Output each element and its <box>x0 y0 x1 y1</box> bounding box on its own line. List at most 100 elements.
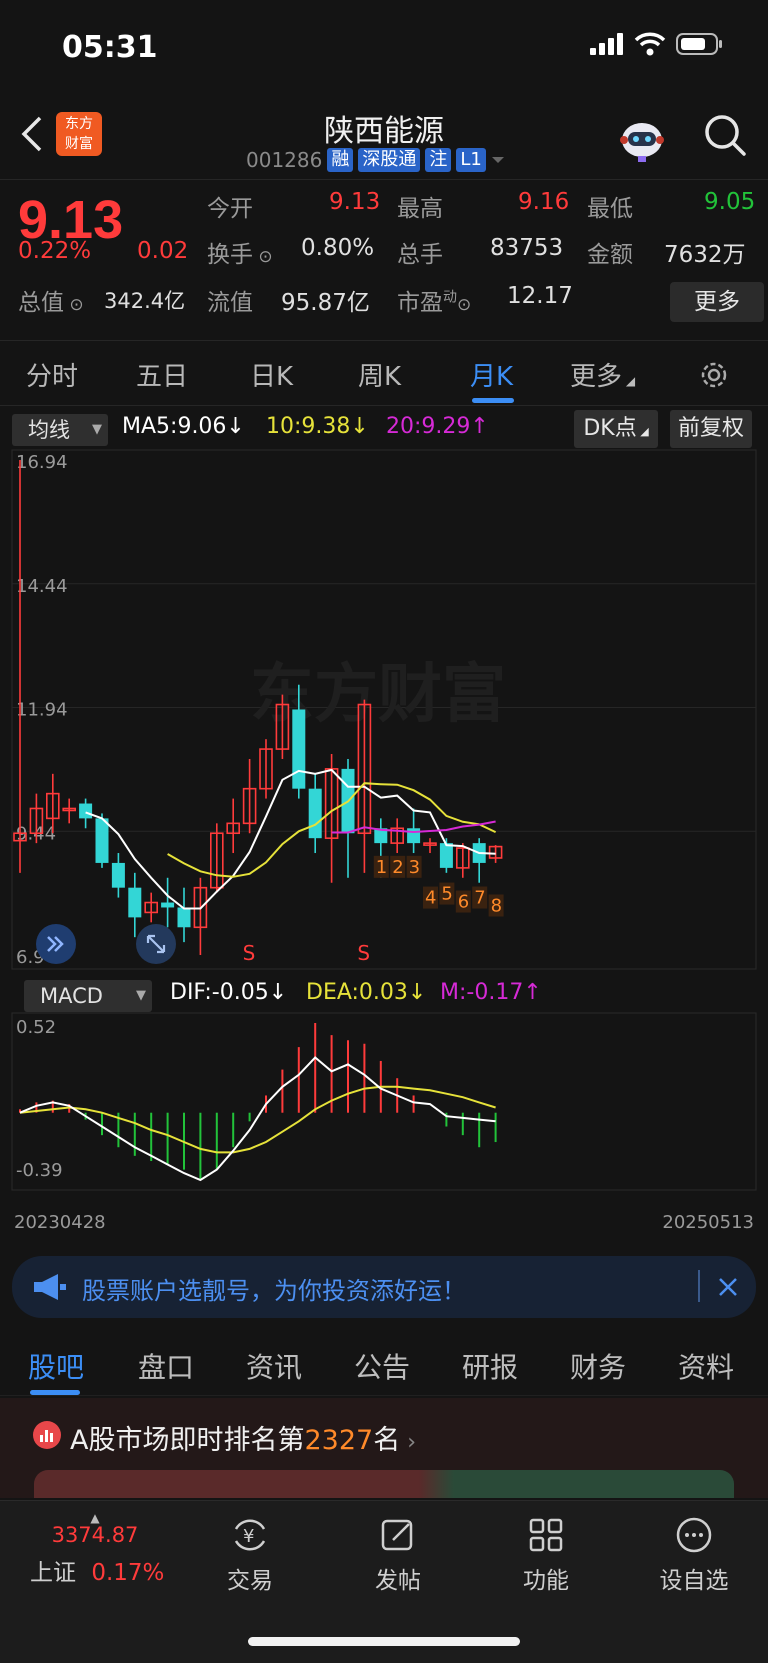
m-value: M:-0.17↑ <box>440 980 542 1005</box>
index-change: 0.17% <box>91 1560 165 1586</box>
info-icon[interactable]: ⊙ <box>457 295 471 315</box>
count-label: 2 <box>392 857 403 878</box>
dea-value: DEA:0.03↓ <box>306 980 427 1005</box>
tab-research[interactable]: 研报 <box>462 1346 518 1386</box>
status-time: 05:31 <box>62 30 158 65</box>
tab-news[interactable]: 资讯 <box>246 1346 302 1386</box>
rank-prefix: A股市场即时排名第 <box>70 1425 305 1456</box>
expand-button[interactable] <box>36 924 76 964</box>
assistant-robot-icon[interactable] <box>614 110 670 166</box>
dk-point-button[interactable]: DK点 ◢ <box>574 410 658 448</box>
sell-signal-marker: S <box>243 941 256 965</box>
tab-five-day[interactable]: 五日 <box>136 356 188 393</box>
candle-body <box>439 843 453 868</box>
ma20-value: 20:9.29↑ <box>386 414 489 439</box>
tag-registered: 注 <box>425 148 452 172</box>
float-value: 95.87亿 <box>281 290 370 316</box>
banner-divider <box>698 1270 700 1302</box>
macd-frame <box>11 1012 757 1191</box>
sell-signal-marker: S <box>357 941 370 965</box>
main-indicator-select[interactable]: 均线 ▼ <box>12 414 108 446</box>
search-icon[interactable] <box>702 112 748 158</box>
post-label: 发帖 <box>375 1568 421 1594</box>
candle-body <box>111 862 125 888</box>
sub-indicator-select[interactable]: MACD ▼ <box>24 980 152 1012</box>
info-icon[interactable]: ⊙ <box>253 247 272 267</box>
megaphone-icon <box>34 1274 66 1300</box>
corner-caret-icon: ◢ <box>622 374 636 388</box>
macd-chart: 0.52 -0.39 <box>11 1012 757 1191</box>
signal-markers: S S 1 2 34 5 6 7 8 <box>243 855 504 965</box>
tab-more[interactable]: 更多 ◢ <box>570 356 635 393</box>
float-label: 流值 <box>207 290 253 316</box>
more-button[interactable]: 更多 <box>670 282 764 322</box>
volume-label: 总手 <box>397 242 443 268</box>
turnover-label-text: 换手 <box>207 242 253 268</box>
pe-value: 12.17 <box>507 283 573 309</box>
candle-body <box>95 818 109 863</box>
promo-banner[interactable]: 股票账户选靓号，为你投资添好运！ <box>12 1256 756 1318</box>
dropdown-arrow-icon: ▼ <box>92 422 102 437</box>
functions-label: 功能 <box>523 1568 569 1594</box>
close-icon[interactable] <box>716 1275 740 1299</box>
status-icons <box>590 32 724 56</box>
active-tab2-indicator <box>30 1390 80 1395</box>
yen-exchange-icon: ¥ <box>234 1519 266 1551</box>
stock-code: 001286 <box>246 148 323 172</box>
index-ticker[interactable]: ▲ 3374.87 上证 0.17% <box>30 1511 164 1587</box>
end-date: 20250513 <box>662 1212 754 1233</box>
kline-chart[interactable]: 东方财富 16.9414.4411.949.446.94 S S1 2 34 5 6 7 8 … <box>0 448 768 1228</box>
count-label: 8 <box>491 896 502 917</box>
tab-forum[interactable]: 股吧 <box>28 1346 84 1386</box>
stock-code-row[interactable]: 001286 融 深股通 注 L1 <box>246 148 505 172</box>
trade-button[interactable]: ¥ 交易 <box>200 1515 300 1595</box>
turnover-label: 换手 ⊙ <box>207 235 273 269</box>
dropdown-arrow-icon: ▼ <box>136 988 146 1003</box>
sub-indicator-label: MACD <box>40 984 103 1008</box>
market-rank-card[interactable]: A股市场即时排名第2327名 › <box>0 1398 768 1498</box>
caret-up-icon: ▲ <box>90 1511 100 1525</box>
tab-more-label: 更多 <box>570 362 623 392</box>
post-button[interactable]: 发帖 <box>348 1515 448 1595</box>
turnover-value: 0.80% <box>301 235 375 261</box>
rank-number: 2327 <box>304 1425 374 1456</box>
ma5-value: MA5:9.06↓ <box>122 414 245 439</box>
settings-gear-icon[interactable] <box>697 358 731 392</box>
candle-body <box>407 828 421 844</box>
dif-value: DIF:-0.05↓ <box>170 980 288 1005</box>
stock-header: 东方 财富 陕西能源 001286 融 深股通 注 L1 <box>0 100 768 180</box>
chevron-right-icon: › <box>400 1430 416 1455</box>
add-watchlist-button[interactable]: 设自选 <box>644 1515 744 1595</box>
tab-financials[interactable]: 财务 <box>570 1346 626 1386</box>
index-name: 上证 <box>30 1560 76 1586</box>
trade-label: 交易 <box>227 1568 273 1594</box>
tab-order-book[interactable]: 盘口 <box>138 1346 194 1386</box>
tab-profile[interactable]: 资料 <box>678 1346 734 1386</box>
adjust-price-button[interactable]: 前复权 <box>670 410 752 448</box>
tab-daily-k[interactable]: 日K <box>250 356 293 393</box>
rank-progress-bar <box>34 1470 734 1498</box>
tab-monthly-k[interactable]: 月K <box>470 356 513 393</box>
rank-text: A股市场即时排名第2327名 › <box>70 1418 416 1457</box>
info-icon[interactable]: ⊙ <box>64 295 83 315</box>
y-tick-label: 14.44 <box>16 576 68 597</box>
wifi-icon <box>634 32 666 56</box>
mcap-label-text: 总值 <box>18 290 64 316</box>
tag-margin: 融 <box>327 148 354 172</box>
tab-weekly-k[interactable]: 周K <box>358 356 401 393</box>
high-value: 9.16 <box>518 189 570 215</box>
fullscreen-button[interactable] <box>136 924 176 964</box>
functions-button[interactable]: 功能 <box>496 1515 596 1595</box>
content-tabs: 股吧 盘口 资讯 公告 研报 财务 资料 <box>0 1336 768 1396</box>
y-tick-label: 16.94 <box>16 452 68 473</box>
tab-announcements[interactable]: 公告 <box>354 1346 410 1386</box>
index-value: 3374.87 <box>51 1523 139 1547</box>
dk-point-label: DK点 <box>583 416 637 441</box>
amount-value: 7632万 <box>664 242 746 268</box>
rank-chart-icon <box>33 1421 61 1449</box>
tab-intraday[interactable]: 分时 <box>26 356 78 393</box>
kline-y-ticks: 16.9414.4411.949.446.94 <box>16 452 68 968</box>
count-label: 7 <box>474 888 485 909</box>
change-percent: 0.22% <box>18 238 92 264</box>
dif-line <box>19 1056 496 1182</box>
